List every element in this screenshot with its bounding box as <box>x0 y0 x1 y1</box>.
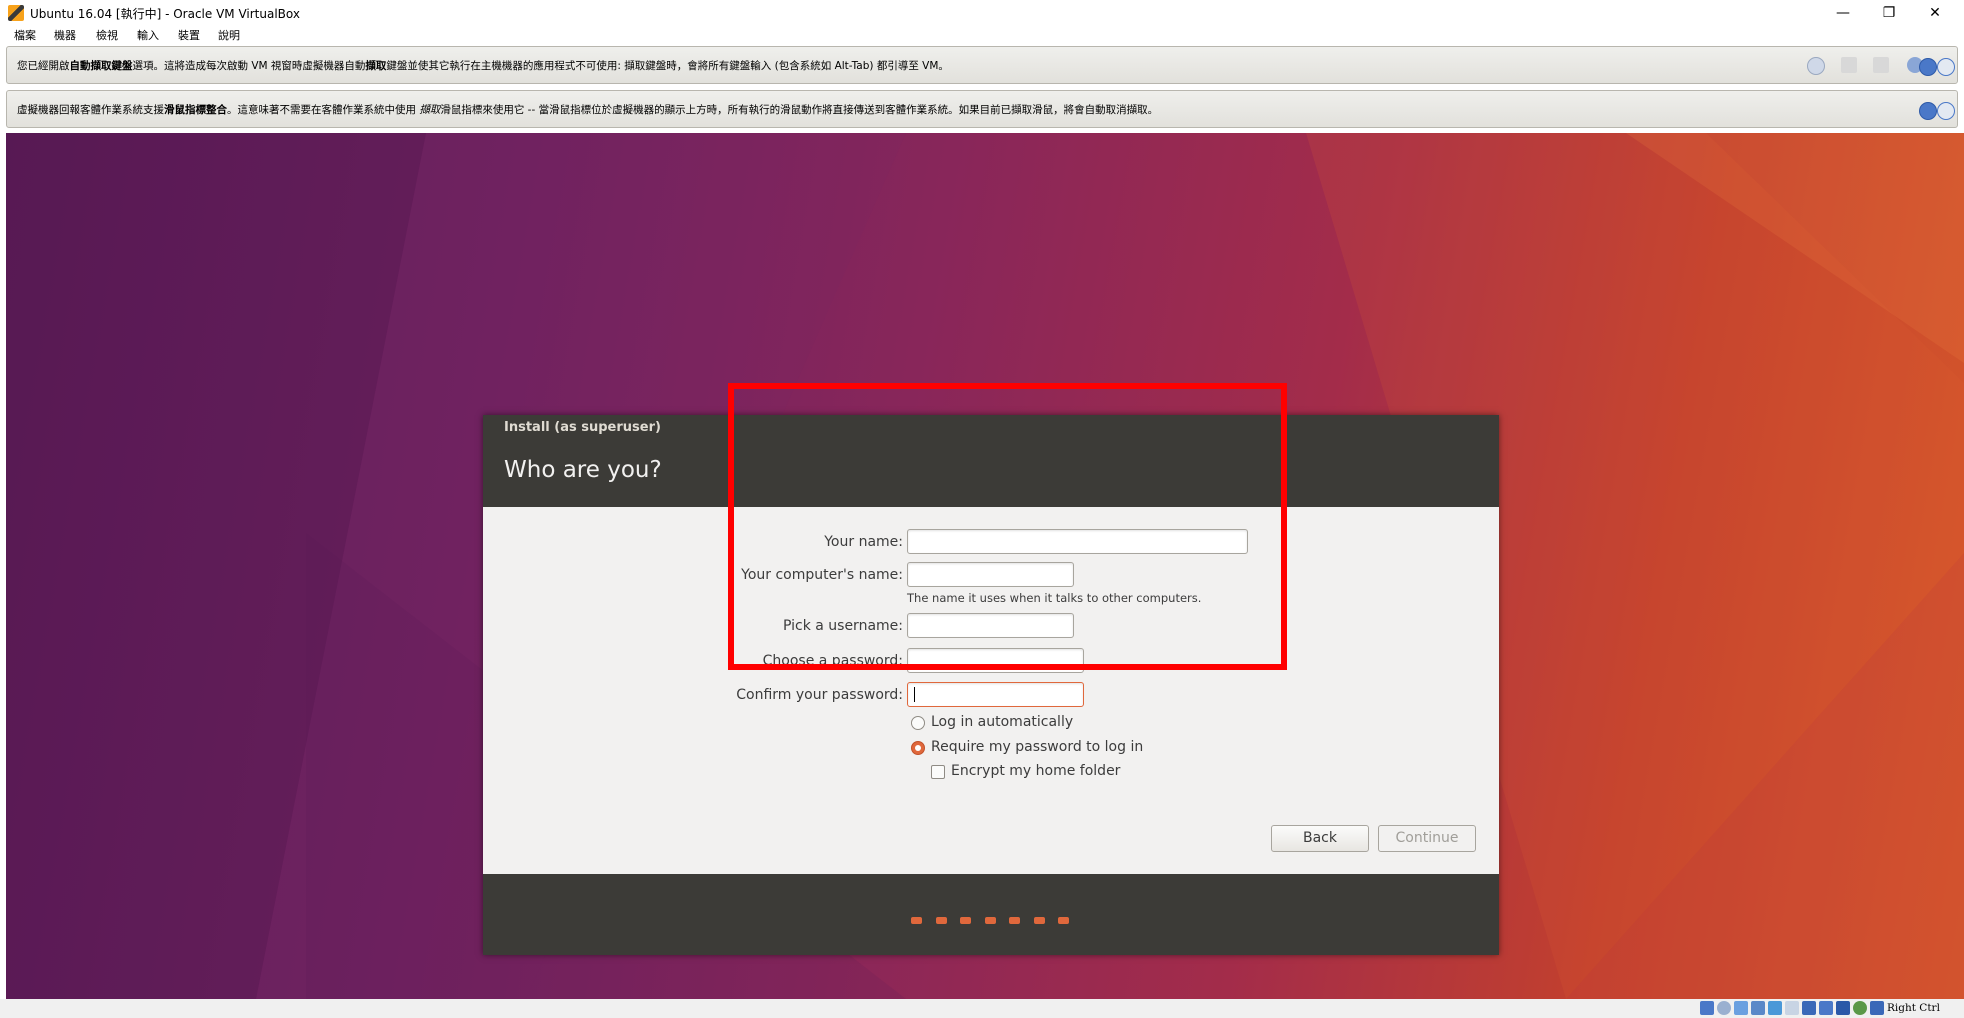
mouse-integration-icon[interactable] <box>1870 1001 1884 1015</box>
mouse-notice-text: 虛擬機器回報客體作業系統支援滑鼠指標整合。這意味著不需要在客體作業系統中使用 擷… <box>17 104 1159 116</box>
cpu-icon[interactable] <box>1836 1001 1850 1015</box>
encrypt-home-label[interactable]: Encrypt my home folder <box>951 763 1120 779</box>
progress-dot <box>985 917 996 924</box>
notice-close-icon[interactable] <box>1919 102 1937 120</box>
keyboard-capture-notice: 您已經開啟自動擷取鍵盤選項。這將造成每次啟動 VM 視窗時虛擬機器自動擷取鍵盤並… <box>6 46 1958 84</box>
encrypt-home-checkbox[interactable] <box>931 765 945 779</box>
display-icon[interactable] <box>1802 1001 1816 1015</box>
usb-icon[interactable] <box>1768 1001 1782 1015</box>
vm-display[interactable]: Install (as superuser) Who are you? Your… <box>6 133 1964 999</box>
progress-dot <box>1009 917 1020 924</box>
hdd-icon[interactable] <box>1700 1001 1714 1015</box>
computer-name-label: Your computer's name: <box>741 567 903 583</box>
restore-button[interactable]: ❐ <box>1866 0 1912 26</box>
login-auto-label[interactable]: Log in automatically <box>931 714 1073 730</box>
confirm-password-input[interactable] <box>907 682 1084 707</box>
require-password-radio[interactable] <box>911 741 925 755</box>
close-button[interactable]: ✕ <box>1912 0 1958 26</box>
window-title: Ubuntu 16.04 [執行中] - Oracle VM VirtualBo… <box>30 7 300 21</box>
installer-footer <box>483 874 1499 955</box>
computer-name-hint: The name it uses when it talks to other … <box>907 591 1202 605</box>
continue-button[interactable]: Continue <box>1378 825 1476 852</box>
menu-help[interactable]: 說明 <box>218 27 240 43</box>
password-label: Choose a password: <box>762 653 903 669</box>
keyboard-layout-icon <box>1873 57 1889 73</box>
minimize-button[interactable]: — <box>1820 0 1866 26</box>
network-adapter-icon[interactable] <box>1751 1001 1765 1015</box>
progress-dot <box>936 917 947 924</box>
menu-machine[interactable]: 機器 <box>54 27 76 43</box>
progress-dot <box>960 917 971 924</box>
progress-dot <box>1058 917 1069 924</box>
network-icon <box>1841 57 1857 73</box>
host-key-label: Right Ctrl <box>1887 1002 1940 1014</box>
your-name-label: Your name: <box>824 534 903 550</box>
menu-file[interactable]: 檔案 <box>14 27 36 43</box>
audio-icon[interactable] <box>1734 1001 1748 1015</box>
shared-folders-icon[interactable] <box>1785 1001 1799 1015</box>
accessibility-icon <box>1807 57 1825 75</box>
notice-mute-icon[interactable] <box>1937 102 1955 120</box>
password-input[interactable] <box>907 648 1084 673</box>
confirm-password-label: Confirm your password: <box>736 687 903 703</box>
text-caret <box>914 687 915 702</box>
your-name-input[interactable] <box>907 529 1248 554</box>
optical-drive-icon[interactable] <box>1717 1001 1731 1015</box>
guest-additions-icon[interactable] <box>1853 1001 1867 1015</box>
window-titlebar: Ubuntu 16.04 [執行中] - Oracle VM VirtualBo… <box>0 0 1964 26</box>
username-input[interactable] <box>907 613 1074 638</box>
username-label: Pick a username: <box>782 618 903 634</box>
virtualbox-icon <box>8 5 24 21</box>
notice-mute-icon[interactable] <box>1937 58 1955 76</box>
menu-view[interactable]: 檢視 <box>96 27 118 43</box>
menu-input[interactable]: 輸入 <box>137 27 159 43</box>
back-button[interactable]: Back <box>1271 825 1369 852</box>
login-auto-radio[interactable] <box>911 716 925 730</box>
progress-dot <box>911 917 922 924</box>
require-password-label[interactable]: Require my password to log in <box>931 739 1143 755</box>
installer-form: Your name: Your computer's name: The nam… <box>483 507 1499 874</box>
mouse-integration-notice: 虛擬機器回報客體作業系統支援滑鼠指標整合。這意味著不需要在客體作業系統中使用 擷… <box>6 90 1958 128</box>
installer-header: Install (as superuser) Who are you? <box>483 415 1499 507</box>
installer-window: Install (as superuser) Who are you? Your… <box>483 415 1499 955</box>
progress-dot <box>1034 917 1045 924</box>
menu-devices[interactable]: 裝置 <box>178 27 200 43</box>
page-heading: Who are you? <box>504 457 662 483</box>
keyboard-notice-text: 您已經開啟自動擷取鍵盤選項。這將造成每次啟動 VM 視窗時虛擬機器自動擷取鍵盤並… <box>17 60 949 72</box>
computer-name-input[interactable] <box>907 562 1074 587</box>
notice-close-icon[interactable] <box>1919 58 1937 76</box>
video-capture-icon[interactable] <box>1819 1001 1833 1015</box>
statusbar: Right Ctrl <box>0 999 1964 1018</box>
installer-title: Install (as superuser) <box>504 420 661 435</box>
menubar: 檔案 機器 檢視 輸入 裝置 說明 <box>0 26 1964 44</box>
